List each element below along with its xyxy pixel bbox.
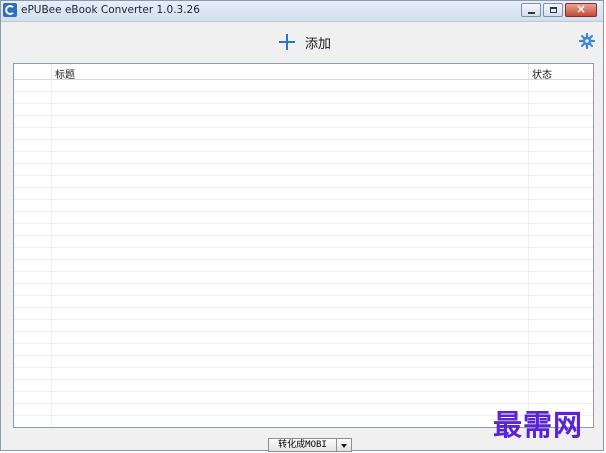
table-row[interactable] <box>14 236 593 248</box>
app-window: ePUBee eBook Converter 1.0.3.26 × 添加 标题 <box>0 0 604 452</box>
close-icon: × <box>575 2 587 16</box>
format-dropdown-button[interactable] <box>337 439 351 451</box>
title-bar[interactable]: ePUBee eBook Converter 1.0.3.26 × <box>1 1 603 22</box>
table-row[interactable] <box>14 320 593 332</box>
table-row[interactable] <box>14 308 593 320</box>
table-row[interactable] <box>14 344 593 356</box>
table-row[interactable] <box>14 224 593 236</box>
window-controls: × <box>521 2 597 18</box>
table-row[interactable] <box>14 200 593 212</box>
close-button[interactable]: × <box>565 2 597 17</box>
minimize-button[interactable] <box>521 3 541 17</box>
maximize-icon <box>550 7 557 13</box>
table-body[interactable] <box>14 80 593 427</box>
table-row[interactable] <box>14 164 593 176</box>
column-header-status[interactable]: 状态 <box>532 66 552 81</box>
add-button-label: 添加 <box>305 36 332 52</box>
table-row[interactable] <box>14 260 593 272</box>
table-row[interactable] <box>14 92 593 104</box>
plus-icon <box>279 34 295 50</box>
table-row[interactable] <box>14 188 593 200</box>
settings-button[interactable] <box>578 32 596 50</box>
table-row[interactable] <box>14 284 593 296</box>
add-button[interactable]: 添加 <box>279 32 331 52</box>
column-divider[interactable] <box>51 64 52 79</box>
app-logo-icon <box>3 3 17 17</box>
column-divider[interactable] <box>528 64 529 79</box>
table-row[interactable] <box>14 128 593 140</box>
table-row[interactable] <box>14 116 593 128</box>
maximize-button[interactable] <box>543 3 563 17</box>
table-row[interactable] <box>14 140 593 152</box>
table-row[interactable] <box>14 104 593 116</box>
table-row[interactable] <box>14 152 593 164</box>
gear-icon <box>578 32 596 50</box>
table-row[interactable] <box>14 356 593 368</box>
minimize-icon <box>528 12 535 14</box>
table-row[interactable] <box>14 248 593 260</box>
table-row[interactable] <box>14 332 593 344</box>
table-row[interactable] <box>14 176 593 188</box>
window-title: ePUBee eBook Converter 1.0.3.26 <box>21 4 200 16</box>
column-header-title[interactable]: 标题 <box>55 66 75 81</box>
convert-split-button: 转化成MOBI <box>268 438 352 452</box>
watermark-logo: 最需网 <box>493 408 584 442</box>
table-row[interactable] <box>14 80 593 92</box>
table-row[interactable] <box>14 272 593 284</box>
table-header: 标题 状态 <box>14 64 593 81</box>
table-row[interactable] <box>14 368 593 380</box>
convert-button[interactable]: 转化成MOBI <box>269 439 337 451</box>
table-row[interactable] <box>14 380 593 392</box>
book-list-table[interactable]: 标题 状态 <box>13 63 594 428</box>
table-row[interactable] <box>14 296 593 308</box>
table-row[interactable] <box>14 212 593 224</box>
